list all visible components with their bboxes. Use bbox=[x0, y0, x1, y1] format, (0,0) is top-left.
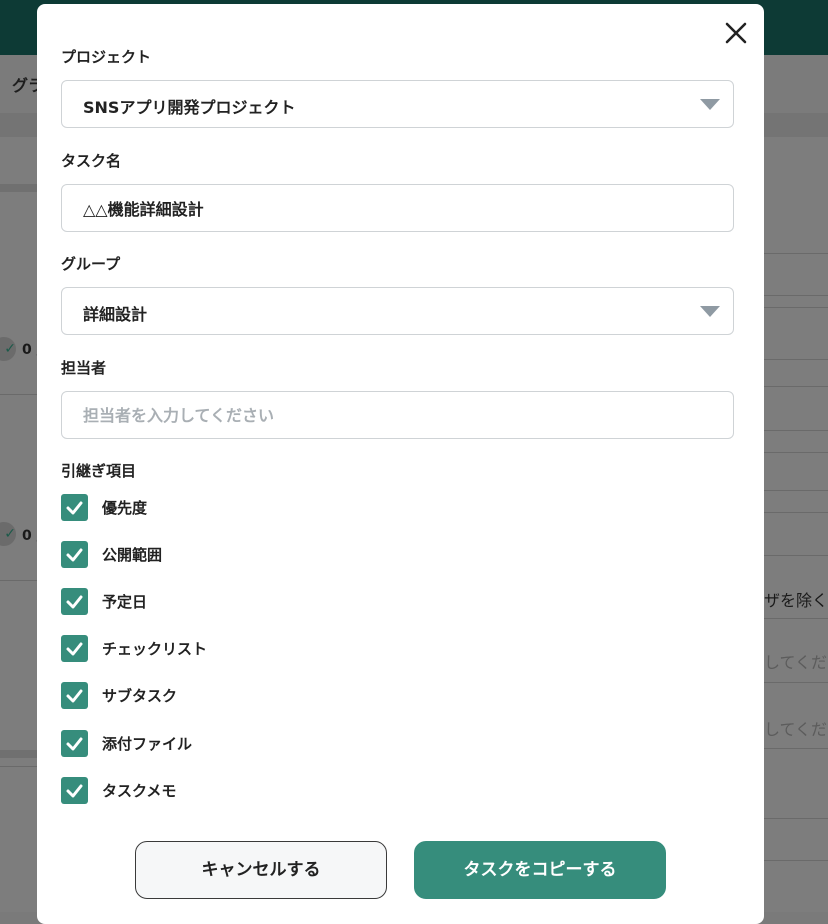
background-right-hint: してくだ bbox=[764, 653, 828, 672]
checkbox-checked[interactable] bbox=[61, 635, 88, 662]
background-divider bbox=[764, 748, 828, 749]
checkmark-icon bbox=[66, 689, 83, 703]
cancel-button[interactable]: キャンセルする bbox=[135, 841, 387, 899]
checkmark-icon bbox=[66, 784, 83, 798]
checkmark-icon bbox=[66, 642, 83, 656]
project-select[interactable]: SNSアプリ開発プロジェクト bbox=[61, 80, 734, 128]
checkbox-label: サブタスク bbox=[102, 687, 178, 705]
checkbox-checked[interactable] bbox=[61, 730, 88, 757]
checkbox-label: チェックリスト bbox=[102, 640, 208, 658]
background-divider bbox=[764, 682, 828, 683]
background-divider bbox=[764, 490, 828, 491]
background-divider bbox=[764, 430, 828, 431]
project-select-value: SNSアプリ開発プロジェクト bbox=[83, 98, 296, 117]
checkmark-icon bbox=[66, 595, 83, 609]
assignee-input[interactable] bbox=[62, 392, 733, 438]
background-divider bbox=[764, 818, 828, 819]
checkbox-checked[interactable] bbox=[61, 588, 88, 615]
checkmark-icon bbox=[66, 501, 83, 515]
assignee-field[interactable] bbox=[61, 391, 734, 439]
checkbox-checked[interactable] bbox=[61, 494, 88, 521]
background-divider bbox=[764, 295, 828, 296]
checkbox-checked[interactable] bbox=[61, 541, 88, 568]
background-check-icon: ✓ bbox=[0, 337, 16, 361]
close-icon bbox=[725, 22, 747, 44]
inherit-items-label: 引継ぎ項目 bbox=[61, 462, 137, 480]
background-right-text: ザを除く bbox=[764, 591, 828, 610]
close-button[interactable] bbox=[724, 21, 748, 45]
checkbox-label: 添付ファイル bbox=[102, 735, 193, 753]
chevron-down-icon bbox=[700, 306, 720, 317]
checkmark-icon bbox=[66, 548, 83, 562]
task-name-input[interactable] bbox=[62, 185, 733, 231]
checkbox-checked[interactable] bbox=[61, 682, 88, 709]
background-divider bbox=[764, 512, 828, 513]
checkmark-icon bbox=[66, 737, 83, 751]
group-select-value: 詳細設計 bbox=[83, 305, 148, 324]
background-divider bbox=[764, 555, 828, 556]
background-divider bbox=[764, 386, 828, 387]
background-divider bbox=[764, 452, 828, 453]
checkbox-label: 公開範囲 bbox=[102, 546, 163, 564]
checkbox-label: 優先度 bbox=[102, 499, 148, 517]
task-name-label: タスク名 bbox=[61, 152, 122, 170]
background-band bbox=[0, 750, 37, 758]
checkbox-label: タスクメモ bbox=[102, 782, 177, 800]
background-right-hint: してくだ bbox=[764, 720, 828, 739]
background-divider bbox=[764, 860, 828, 861]
assignee-label: 担当者 bbox=[61, 359, 107, 377]
chevron-down-icon bbox=[700, 99, 720, 110]
background-divider bbox=[764, 618, 828, 619]
checkbox-label: 予定日 bbox=[102, 593, 148, 611]
background-divider bbox=[764, 253, 828, 254]
background-divider bbox=[764, 359, 828, 360]
group-label: グループ bbox=[61, 255, 121, 273]
task-name-field[interactable] bbox=[61, 184, 734, 232]
checkbox-checked[interactable] bbox=[61, 777, 88, 804]
background-divider bbox=[0, 766, 37, 767]
background-check-icon: ✓ bbox=[0, 522, 16, 546]
copy-task-button[interactable]: タスクをコピーする bbox=[414, 841, 666, 899]
background-divider bbox=[0, 394, 37, 395]
background-divider bbox=[764, 307, 828, 308]
group-select[interactable]: 詳細設計 bbox=[61, 287, 734, 335]
copy-task-modal: プロジェクト SNSアプリ開発プロジェクト タスク名 グループ 詳細設計 担当者… bbox=[37, 4, 764, 924]
background-band bbox=[0, 184, 37, 192]
background-divider bbox=[0, 580, 37, 581]
project-label: プロジェクト bbox=[61, 48, 152, 66]
